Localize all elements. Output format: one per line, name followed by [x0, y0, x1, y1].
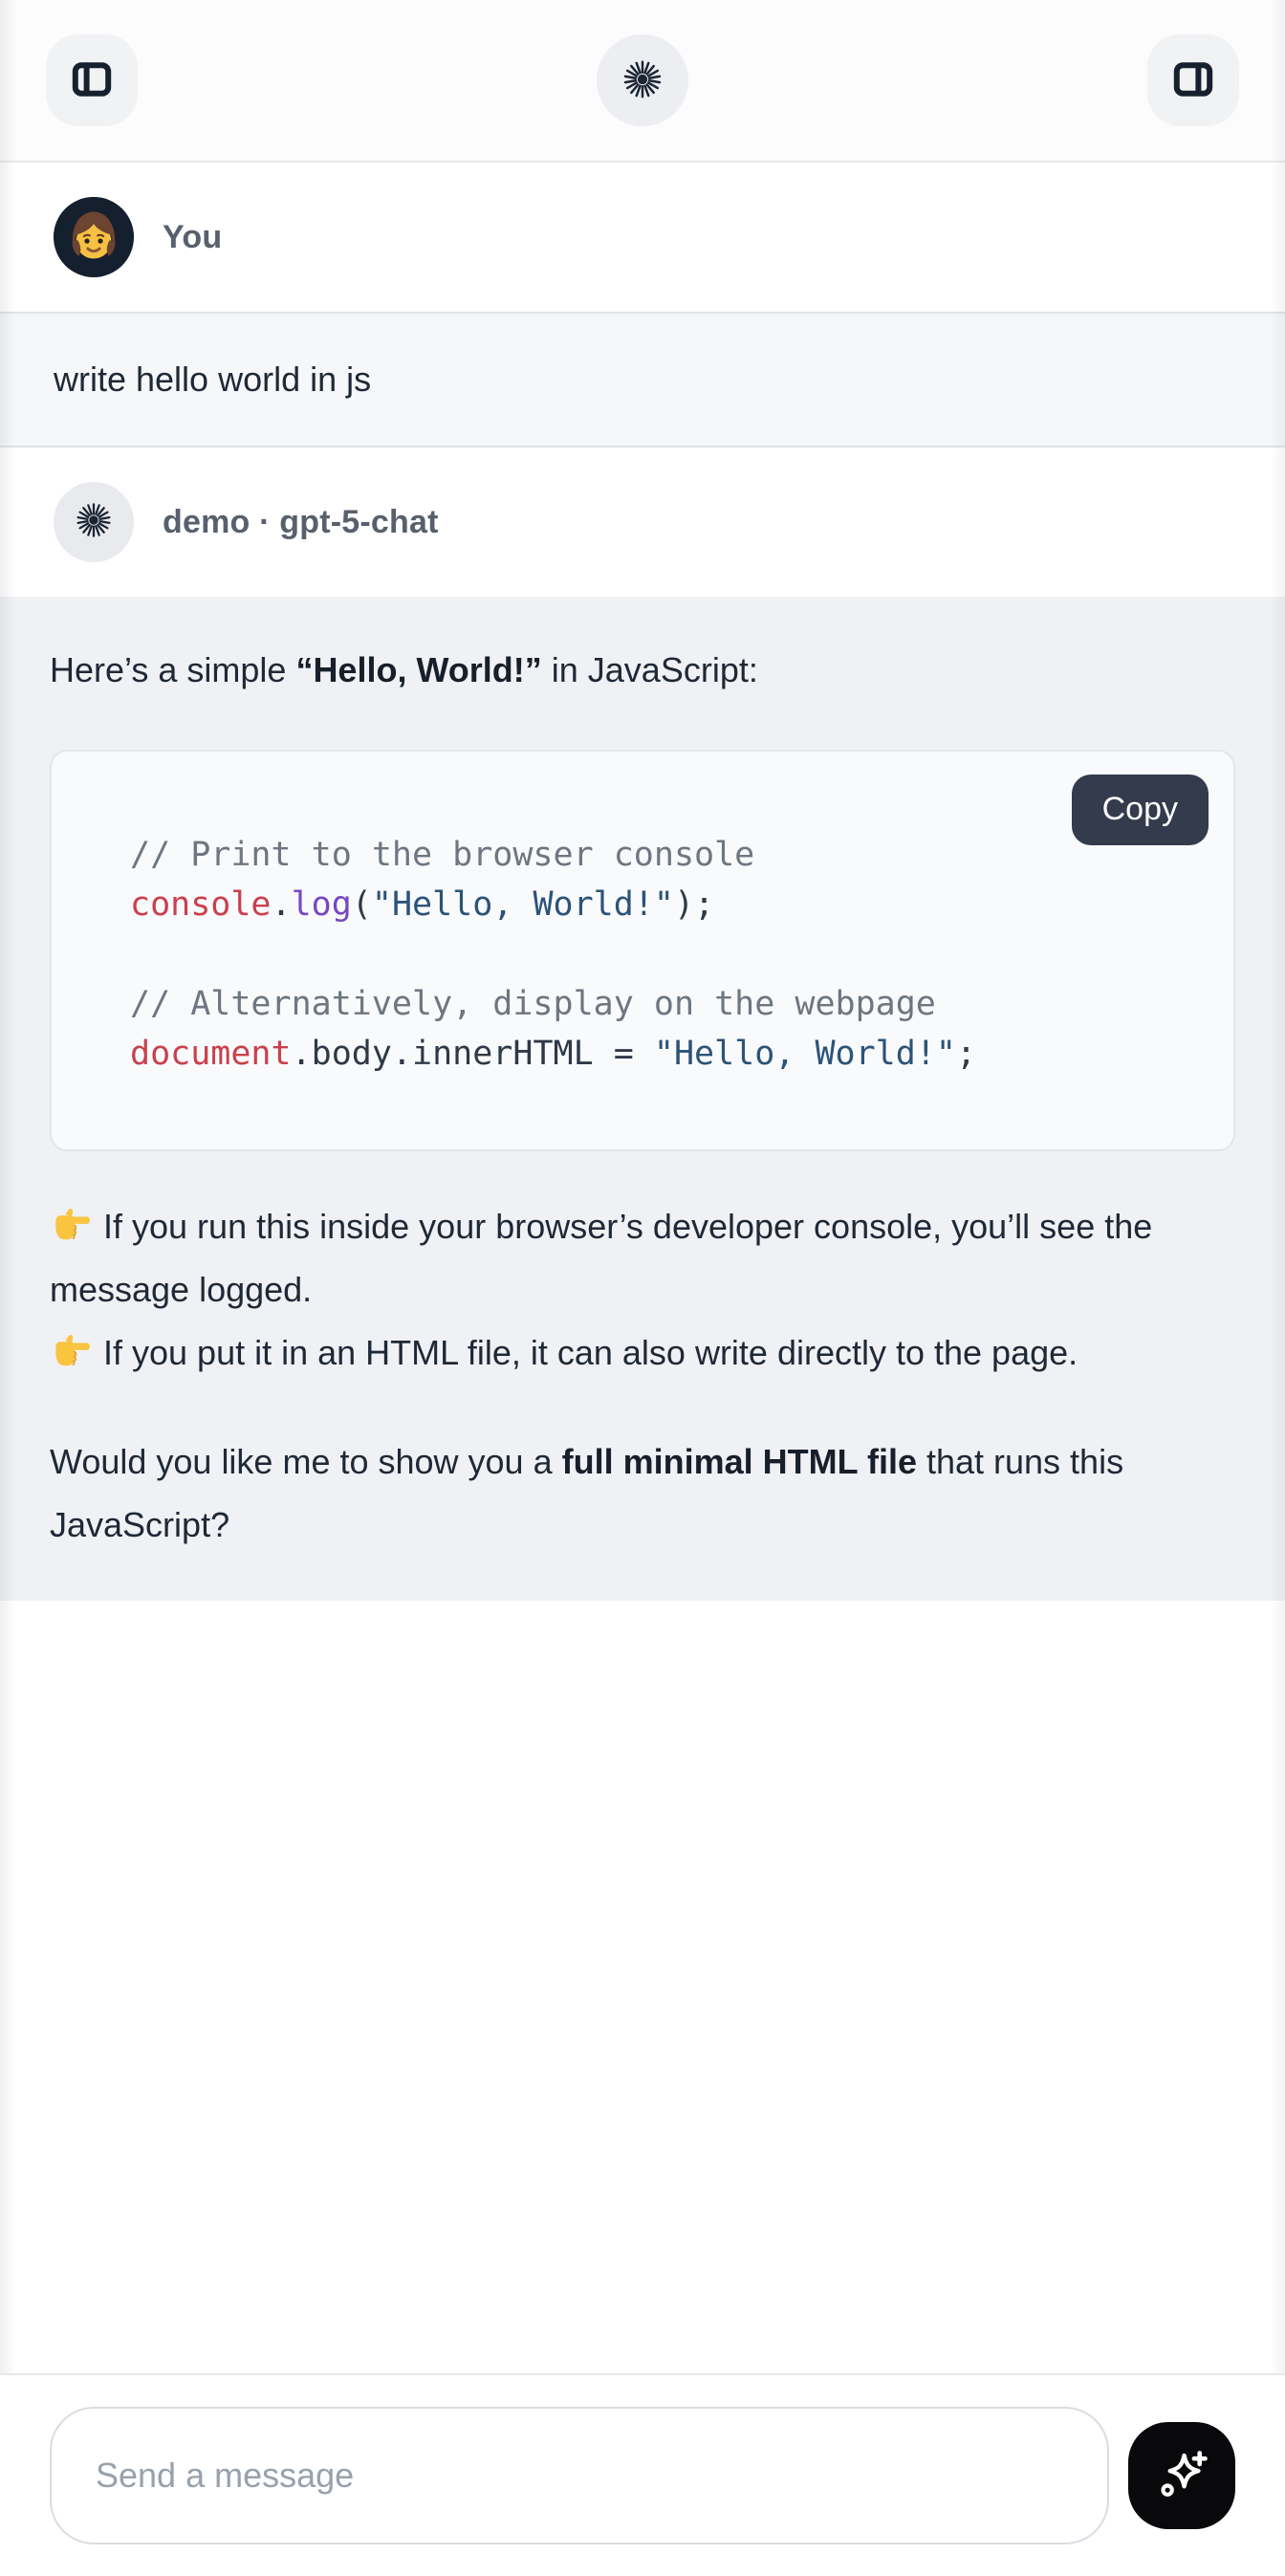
- code-block: Copy // Print to the browser console cons…: [50, 750, 1235, 1151]
- code-line: [130, 929, 1195, 979]
- code-token-plain: );: [674, 885, 714, 924]
- assistant-model-label: demo · gpt-5-chat: [163, 504, 439, 541]
- person-emoji-icon: [54, 197, 134, 277]
- assistant-message-bubble: Here’s a simple “Hello, World!” in JavaS…: [0, 597, 1285, 1601]
- user-message-text: write hello world in js: [54, 360, 371, 399]
- panel-right-icon: [1170, 56, 1216, 105]
- code-token-keyword: console: [130, 885, 272, 924]
- assistant-avatar: [54, 482, 134, 562]
- text-run: If you run this inside your browser’s de…: [50, 1207, 1152, 1309]
- model-spinner-button[interactable]: [597, 34, 688, 126]
- code-token-keyword: document: [130, 1035, 292, 1073]
- top-bar: [0, 0, 1285, 163]
- text-run: Would you like me to show you a: [50, 1442, 562, 1481]
- send-button[interactable]: [1128, 2422, 1235, 2529]
- code-line: console.log("Hello, World!");: [130, 880, 1195, 929]
- bold-text-run: full minimal HTML file: [562, 1442, 917, 1481]
- point-right-icon: [50, 1328, 94, 1372]
- code-token-plain: (: [352, 885, 372, 924]
- copy-code-button[interactable]: Copy: [1072, 775, 1209, 845]
- composer-bar: [0, 2373, 1285, 2576]
- code-line: document.body.innerHTML = "Hello, World!…: [130, 1029, 1195, 1079]
- code-token-comment: // Alternatively, display on the webpage: [130, 985, 936, 1023]
- code-token-string: "Hello, World!": [654, 1035, 956, 1073]
- text-run: in JavaScript:: [542, 650, 758, 689]
- text-run: If you put it in an HTML file, it can al…: [94, 1333, 1078, 1372]
- user-sender-label: You: [163, 219, 222, 256]
- starburst-icon: [74, 500, 114, 545]
- chat-scroll-region[interactable]: You write hello world in js demo · gpt-5…: [0, 163, 1285, 1601]
- code-line: // Print to the browser console: [130, 830, 1195, 880]
- point-right-icon: [50, 1202, 94, 1246]
- assistant-intro-paragraph: Here’s a simple “Hello, World!” in JavaS…: [50, 639, 1235, 702]
- panel-left-icon: [69, 56, 115, 105]
- code-line: // Alternatively, display on the webpage: [130, 979, 1195, 1029]
- code-token-string: "Hello, World!": [372, 885, 674, 924]
- message-input[interactable]: [50, 2407, 1109, 2544]
- sparkle-icon: [1152, 2445, 1211, 2507]
- assistant-question-paragraph: Would you like me to show you a full min…: [50, 1430, 1235, 1557]
- code-token-plain: ;: [956, 1035, 976, 1073]
- user-message-bubble: write hello world in js: [0, 312, 1285, 448]
- starburst-icon: [621, 57, 664, 104]
- code-token-comment: // Print to the browser console: [130, 836, 754, 874]
- user-message-header: You: [0, 163, 1285, 312]
- user-avatar: [54, 197, 134, 277]
- sidebar-toggle-button[interactable]: [46, 34, 138, 126]
- assistant-message-header: demo · gpt-5-chat: [0, 448, 1285, 597]
- code-token-plain: .body.innerHTML =: [292, 1035, 654, 1073]
- code-token-function: log: [292, 885, 352, 924]
- code-token-plain: .: [272, 885, 292, 924]
- bold-text-run: “Hello, World!”: [295, 650, 541, 689]
- right-panel-toggle-button[interactable]: [1147, 34, 1239, 126]
- text-run: Here’s a simple: [50, 650, 295, 689]
- code-content: // Print to the browser console console.l…: [130, 830, 1195, 1079]
- assistant-body-paragraph: If you run this inside your browser’s de…: [50, 1195, 1235, 1385]
